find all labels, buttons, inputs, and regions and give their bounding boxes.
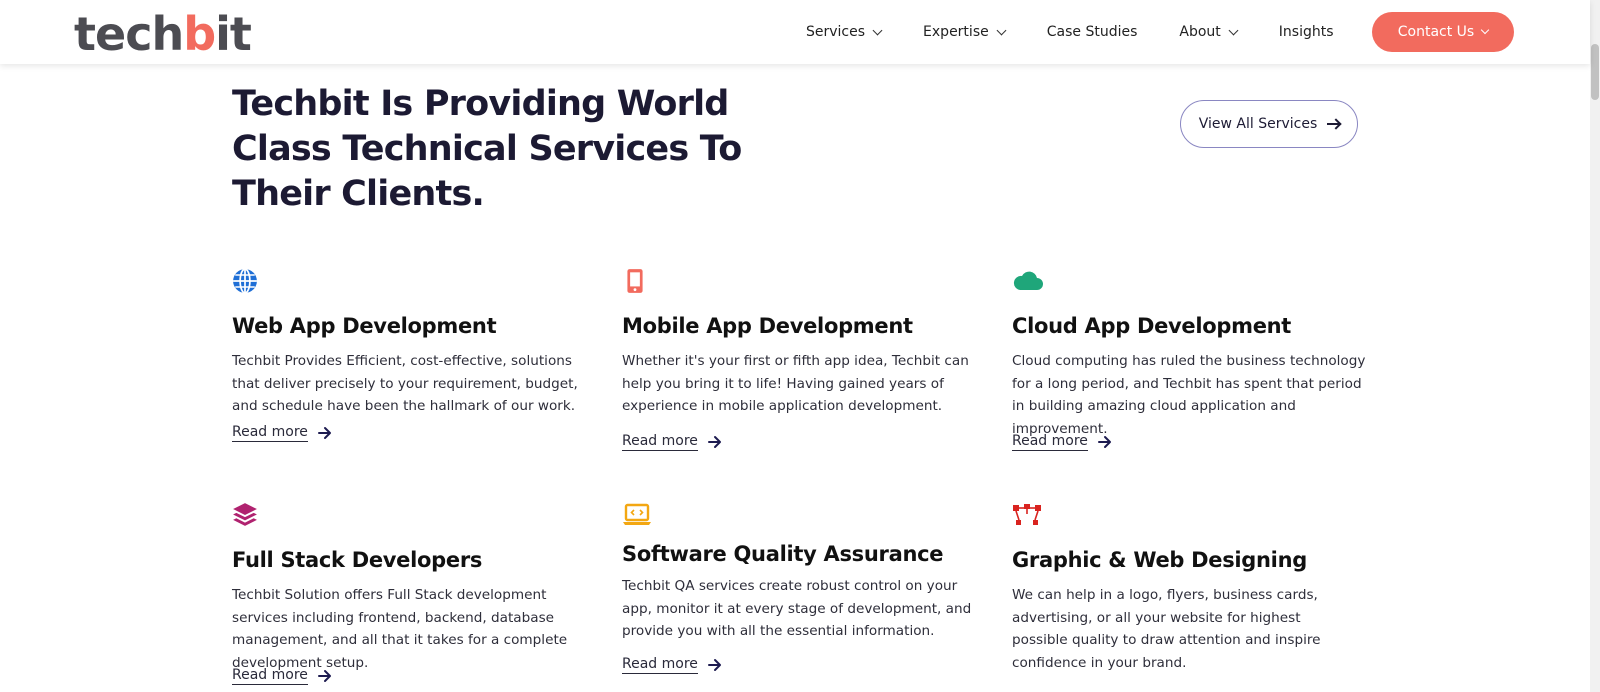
service-title: Mobile App Development	[622, 314, 913, 338]
arrow-right-icon	[317, 427, 331, 439]
arrow-right-icon	[707, 436, 721, 448]
service-card-full-stack: Full Stack Developers Techbit Solution o…	[232, 502, 592, 685]
service-card-mobile-app: Mobile App Development Whether it's your…	[622, 268, 982, 451]
page-title: Techbit Is Providing World Class Technic…	[232, 84, 742, 214]
arrow-right-icon	[317, 670, 331, 682]
service-card-cloud-app: Cloud App Development Cloud computing ha…	[1012, 268, 1372, 451]
vector-design-icon	[1013, 504, 1041, 525]
view-all-services-button[interactable]: View All Services	[1180, 100, 1358, 148]
service-title: Graphic & Web Designing	[1012, 548, 1307, 572]
read-more-label: Read more	[232, 667, 308, 685]
read-more-label: Read more	[1012, 433, 1088, 451]
service-title: Software Quality Assurance	[622, 542, 944, 566]
service-title: Full Stack Developers	[232, 548, 483, 572]
read-more-link[interactable]: Read more	[622, 656, 722, 674]
nav-item-label: About	[1179, 24, 1221, 40]
service-description: Techbit Provides Efficient, cost-effecti…	[232, 353, 578, 414]
arrow-right-icon	[1097, 436, 1111, 448]
laptop-code-icon	[623, 503, 651, 525]
read-more-link[interactable]: Read more	[1012, 433, 1112, 451]
nav-item-label: Services	[806, 24, 866, 40]
read-more-label: Read more	[622, 656, 698, 674]
service-description: Techbit QA services create robust contro…	[622, 578, 972, 639]
nav-item-case-studies[interactable]: Case Studies	[1047, 24, 1138, 40]
contact-us-button[interactable]: Contact Us	[1372, 12, 1514, 52]
globe-icon	[233, 268, 257, 294]
nav-item-insights[interactable]: Insights	[1279, 24, 1334, 40]
chevron-down-icon	[1480, 25, 1490, 35]
read-more-link[interactable]: Read more	[232, 424, 332, 442]
page-scrollbar[interactable]	[1590, 0, 1600, 692]
read-more-label: Read more	[622, 433, 698, 451]
arrow-right-icon	[707, 659, 721, 671]
view-all-services-label: View All Services	[1198, 116, 1318, 132]
layers-icon	[233, 503, 257, 526]
nav-item-label: Insights	[1278, 24, 1334, 40]
nav-item-about[interactable]: About	[1179, 24, 1239, 40]
cloud-icon	[1013, 271, 1043, 290]
contact-us-label: Contact Us	[1397, 24, 1475, 40]
service-description: We can help in a logo, flyers, business …	[1012, 587, 1321, 671]
chevron-down-icon	[872, 25, 883, 35]
logo-text-end: it	[215, 7, 252, 61]
service-title: Cloud App Development	[1012, 314, 1292, 338]
service-description: Cloud computing has ruled the business t…	[1012, 353, 1366, 437]
nav-item-services[interactable]: Services	[806, 24, 883, 40]
service-description: Techbit Solution offers Full Stack devel…	[232, 587, 568, 671]
service-card-web-app: Web App Development Techbit Provides Eff…	[232, 268, 592, 442]
read-more-label: Read more	[232, 424, 308, 442]
techbit-logo[interactable]: tech b it	[74, 3, 252, 61]
arrow-right-icon	[1327, 123, 1340, 125]
nav-item-label: Expertise	[923, 24, 989, 40]
logo-text-start: tech	[74, 7, 184, 61]
read-more-link[interactable]: Read more	[232, 667, 332, 685]
site-header: tech b it Services Expertise Case Studies …	[0, 0, 1590, 64]
chevron-down-icon	[996, 25, 1007, 35]
nav-item-label: Case Studies	[1046, 24, 1138, 40]
mobile-phone-icon	[627, 269, 643, 293]
read-more-link[interactable]: Read more	[622, 433, 722, 451]
service-description: Whether it's your first or fifth app ide…	[622, 353, 969, 414]
nav-item-expertise[interactable]: Expertise	[923, 24, 1007, 40]
scrollbar-thumb[interactable]	[1591, 44, 1599, 100]
chevron-down-icon	[1228, 25, 1239, 35]
service-title: Web App Development	[232, 314, 497, 338]
logo-text-mark: b	[183, 7, 216, 61]
main-nav: Services Expertise Case Studies About In…	[806, 0, 1376, 64]
service-card-qa: Software Quality Assurance Techbit QA se…	[622, 502, 982, 674]
service-card-design: Graphic & Web Designing We can help in a…	[1012, 502, 1372, 671]
